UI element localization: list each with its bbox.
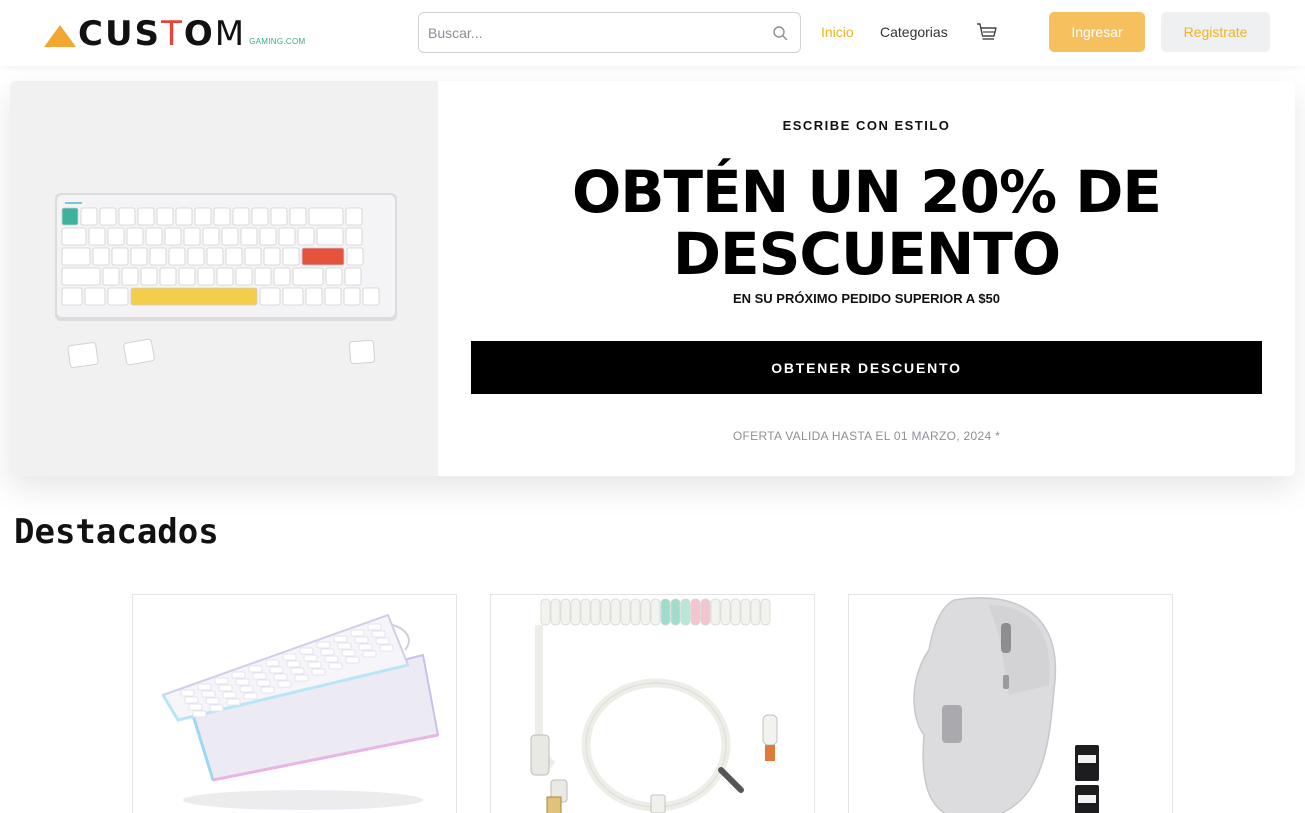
product-card[interactable] <box>848 594 1173 813</box>
hero-title-line2: DESCUENTO <box>672 220 1061 288</box>
promo-hero-banner: ESCRIBE CON ESTILO OBTÉN UN 20% DE DESCU… <box>10 81 1295 476</box>
logo-subtext: GAMING.COM <box>249 37 306 46</box>
search-icon[interactable] <box>772 25 788 41</box>
nav-categorias-link[interactable]: Categorias <box>880 24 948 40</box>
coiled-cable-image <box>530 598 778 813</box>
hero-eyebrow: ESCRIBE CON ESTILO <box>782 118 951 133</box>
hero-title: OBTÉN UN 20% DE DESCUENTO <box>438 161 1295 285</box>
login-button[interactable]: Ingresar <box>1049 12 1145 52</box>
product-card[interactable] <box>490 594 815 813</box>
hero-keyboard-image <box>10 81 438 476</box>
product-card[interactable] <box>132 594 457 813</box>
logo-triangle-icon <box>44 25 76 47</box>
nav-inicio-link[interactable]: Inicio <box>821 24 854 40</box>
featured-section-title: Destacados <box>14 512 219 552</box>
offer-validity-note: OFERTA VALIDA HASTA EL 01 MARZO, 2024 * <box>732 429 1001 443</box>
search-input[interactable] <box>419 13 749 52</box>
site-logo[interactable]: CUS T O M GAMING.COM <box>44 16 305 52</box>
search-box <box>418 12 801 53</box>
rgb-keyboard-image <box>161 613 440 810</box>
keyboard-illustration <box>55 193 397 368</box>
shopping-cart-icon[interactable] <box>975 21 999 45</box>
hero-title-line1: OBTÉN UN 20% DE <box>571 158 1162 226</box>
hero-subtitle: EN SU PRÓXIMO PEDIDO SUPERIOR A $50 <box>732 291 1001 306</box>
get-discount-button[interactable]: OBTENER DESCUENTO <box>471 341 1262 394</box>
top-navbar: CUSTOM GAMING.COM Inicio Categorias Ingr… <box>0 0 1305 66</box>
logo-wordmark: CUS T O M <box>78 14 247 54</box>
hero-content: ESCRIBE CON ESTILO OBTÉN UN 20% DE DESCU… <box>438 81 1295 476</box>
wireless-mouse-image <box>913 597 1099 813</box>
register-button[interactable]: Registrate <box>1161 12 1270 52</box>
